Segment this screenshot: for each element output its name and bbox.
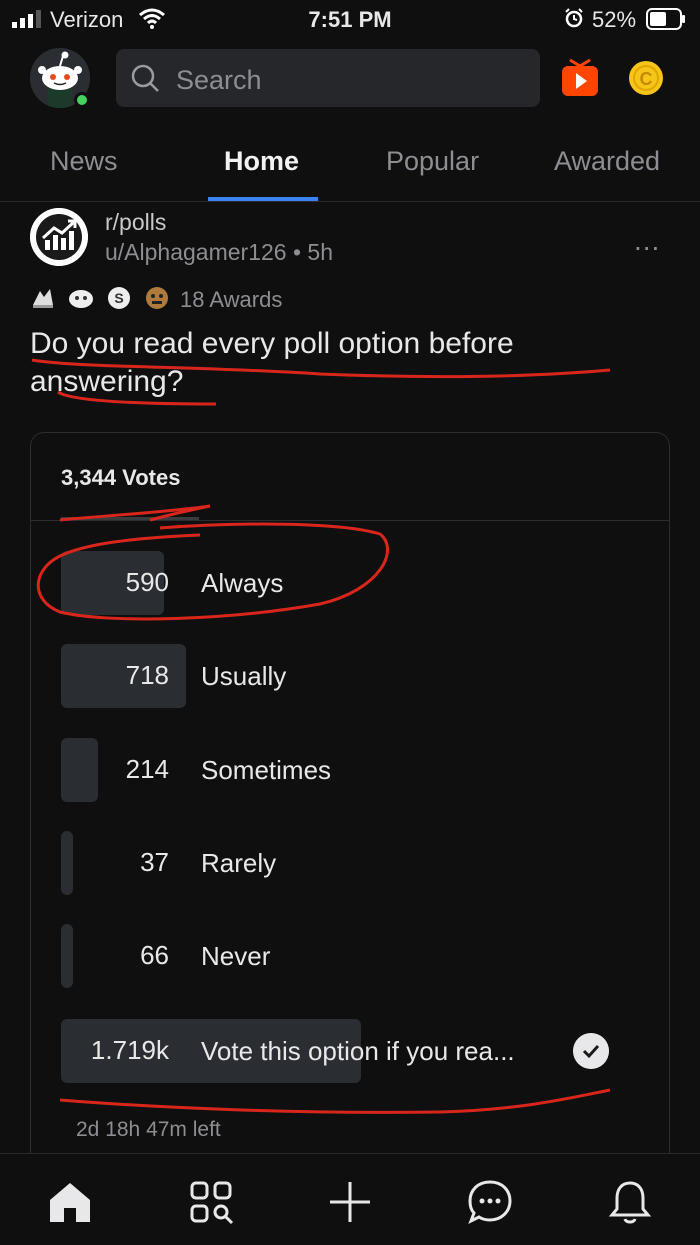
tab-news[interactable]: News [50,146,118,177]
poll-time-left: 2d 18h 47m left [76,1118,221,1141]
poll-option-count: 66 [140,940,169,970]
status-bar: Verizon 7:51 PM 52% [0,0,700,40]
award-4-icon [146,287,168,309]
video-icon[interactable] [560,58,600,98]
chat-icon[interactable] [466,1178,514,1226]
tab-awarded[interactable]: Awarded [554,146,660,177]
battery-icon [646,8,685,30]
coin-icon[interactable]: C [628,60,664,96]
poll-option-usually[interactable]: 718 Usually [61,644,651,708]
online-status-dot [74,92,90,108]
poll-option-rarely[interactable]: 37 Rarely [61,831,651,895]
poll-option-label: Vote this option if you rea... [201,1036,515,1066]
awards-count: 18 Awards [180,287,283,312]
feed-tabs: News Home Popular Awarded [0,130,700,202]
tab-popular[interactable]: Popular [386,146,479,177]
subreddit-polls-icon[interactable] [30,208,88,266]
search-icon [131,64,159,92]
search-bar[interactable]: Search [116,49,540,107]
svg-text:S: S [114,290,123,306]
poll-option-count: 214 [125,754,169,784]
post-age: 5h [307,239,334,265]
poll-total-votes: 3,344 Votes [61,465,181,490]
communities-icon[interactable] [187,1178,235,1226]
poll-option-label: Usually [201,661,287,691]
poll-option-count: 590 [125,567,169,597]
post-author[interactable]: u/Alphagamer126 [105,239,287,265]
app-header: Search C [0,40,700,120]
poll-option-read-all[interactable]: 1.719k Vote this option if you rea... [61,1019,651,1083]
svg-text:C: C [640,69,653,89]
poll-option-label: Sometimes [201,755,332,785]
poll-option-never[interactable]: 66 Never [61,924,651,988]
post-header: r/polls u/Alphagamer126 • 5h ... [0,205,700,285]
bottom-nav [0,1153,700,1245]
more-options-button[interactable]: ... [634,225,660,257]
poll-option-label: Always [201,568,284,598]
create-post-icon[interactable] [326,1178,374,1226]
subreddit-name[interactable]: r/polls [105,209,166,236]
notifications-bell-icon[interactable] [606,1178,654,1226]
post-meta: u/Alphagamer126 • 5h [105,239,334,265]
search-placeholder: Search [176,65,262,95]
poll-option-sometimes[interactable]: 214 Sometimes [61,738,651,802]
poll-card: 3,344 Votes 590 Always 718 Usually 214 S… [30,432,670,1172]
active-tab-indicator [208,197,318,201]
award-2-icon [69,290,93,308]
poll-option-count: 1.719k [90,1035,169,1065]
poll-option-label: Never [201,941,271,971]
poll-option-label: Rarely [201,848,277,878]
poll-option-count: 718 [125,660,169,690]
award-1-icon [33,289,53,308]
selected-check-icon [573,1033,609,1069]
battery-percent: 52% [592,7,637,32]
poll-option-count: 37 [140,847,169,877]
award-3-icon: S [108,287,130,309]
tab-home[interactable]: Home [224,146,299,177]
alarm-icon [565,8,583,28]
poll-divider [31,520,669,521]
post-title[interactable]: Do you read every poll option before ans… [30,325,650,401]
awards-row[interactable]: S 18 Awards [30,285,330,315]
poll-option-always[interactable]: 590 Always [61,551,651,615]
home-icon[interactable] [46,1178,94,1226]
